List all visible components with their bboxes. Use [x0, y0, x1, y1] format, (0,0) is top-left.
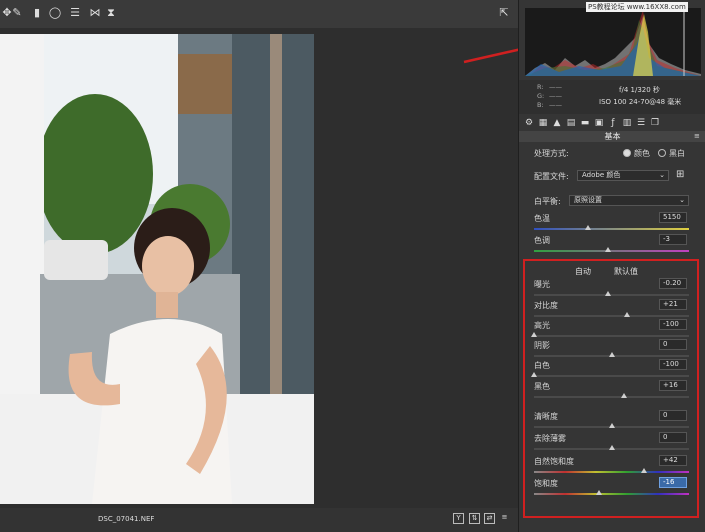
temperature-label: 色温	[534, 214, 550, 223]
presets-icon[interactable]: ☰	[636, 118, 646, 128]
chevron-down-icon: ⌄	[679, 196, 685, 204]
profile-browser-icon[interactable]: ⊞	[676, 169, 688, 181]
treatment-label: 处理方式:	[534, 149, 569, 158]
white-balance-value: 原照设置	[574, 196, 602, 204]
treatment-bw-label: 黑白	[669, 149, 685, 158]
treatment-color-label: 颜色	[634, 149, 650, 158]
temperature-value-field[interactable]: 5150	[659, 212, 687, 223]
treatment-color-radio[interactable]	[623, 149, 631, 157]
presets-icon[interactable]: ☰	[68, 6, 82, 20]
radial-filter-icon[interactable]: ◯	[48, 6, 62, 20]
hourglass-icon[interactable]: ⧗	[104, 6, 118, 20]
treatment-bw-radio[interactable]	[658, 149, 666, 157]
calibration-icon[interactable]: ▥	[622, 118, 632, 128]
toolbar: ✥ ✎ ▮ ◯ ☰ ⋈ ⧗ ⇱	[0, 0, 518, 28]
gear-icon[interactable]: ⚙	[524, 118, 534, 128]
r-label: R:	[537, 83, 544, 91]
b-value: ——	[549, 101, 562, 109]
temperature-slider[interactable]	[534, 225, 689, 230]
fx-icon[interactable]: ƒ	[608, 118, 618, 128]
g-value: ——	[549, 92, 562, 100]
histogram	[525, 8, 701, 76]
image-canvas[interactable]	[0, 28, 518, 508]
temperature-slider-handle[interactable]	[585, 225, 592, 230]
tint-label: 色调	[534, 236, 550, 245]
exposure-info: f/4 1/320 秒	[619, 86, 660, 94]
profile-label: 配置文件:	[534, 172, 569, 181]
white-balance-label: 白平衡:	[534, 197, 561, 206]
tint-slider-handle[interactable]	[605, 247, 612, 252]
tone-curve-icon[interactable]: ▦	[538, 118, 548, 128]
split-tone-icon[interactable]: ▬	[580, 118, 590, 128]
highlight-box	[523, 259, 699, 518]
tint-value-field[interactable]: -3	[659, 234, 687, 245]
status-bar: DSC_07041.NEF Y ⇅ ⇄ ≡	[0, 508, 518, 532]
b-label: B:	[537, 101, 544, 109]
tint-slider[interactable]	[534, 247, 689, 252]
iso-info: ISO 100 24-70@48 毫米	[599, 98, 682, 106]
gradient-icon[interactable]: ▮	[30, 6, 44, 20]
section-title: 基本	[519, 131, 705, 142]
panel-menu-icon[interactable]: ≡	[694, 132, 702, 140]
photo-preview	[0, 34, 314, 504]
profile-value: Adobe 颜色	[582, 171, 621, 179]
swap-icon[interactable]: ⇅	[469, 513, 480, 524]
filename-label: DSC_07041.NEF	[98, 515, 155, 523]
panel-tabs: ⚙ ▦ ▲ ▤ ▬ ▣ ƒ ▥ ☰ ❐	[519, 116, 705, 130]
copy-settings-icon[interactable]: ⇄	[484, 513, 495, 524]
watermark: PS教程论坛 www.16XX8.com	[586, 2, 688, 12]
brush-icon[interactable]: ✎	[10, 6, 24, 20]
r-value: ——	[549, 83, 562, 91]
white-balance-select[interactable]: 原照设置 ⌄	[569, 195, 689, 206]
profile-select[interactable]: Adobe 颜色 ⌄	[577, 170, 669, 181]
g-label: G:	[537, 92, 545, 100]
hsl-icon[interactable]: ▤	[566, 118, 576, 128]
settings-sliders-icon[interactable]: ≡	[499, 513, 510, 524]
detail-icon[interactable]: ▲	[552, 118, 562, 128]
before-after-y-button[interactable]: Y	[453, 513, 464, 524]
snapshots-icon[interactable]: ❐	[650, 118, 660, 128]
camera-info: R: —— G: —— B: —— f/4 1/320 秒 ISO 100 24…	[519, 80, 705, 114]
flip-icon[interactable]: ⋈	[88, 6, 102, 20]
lens-icon[interactable]: ▣	[594, 118, 604, 128]
chevron-down-icon: ⌄	[659, 171, 665, 179]
